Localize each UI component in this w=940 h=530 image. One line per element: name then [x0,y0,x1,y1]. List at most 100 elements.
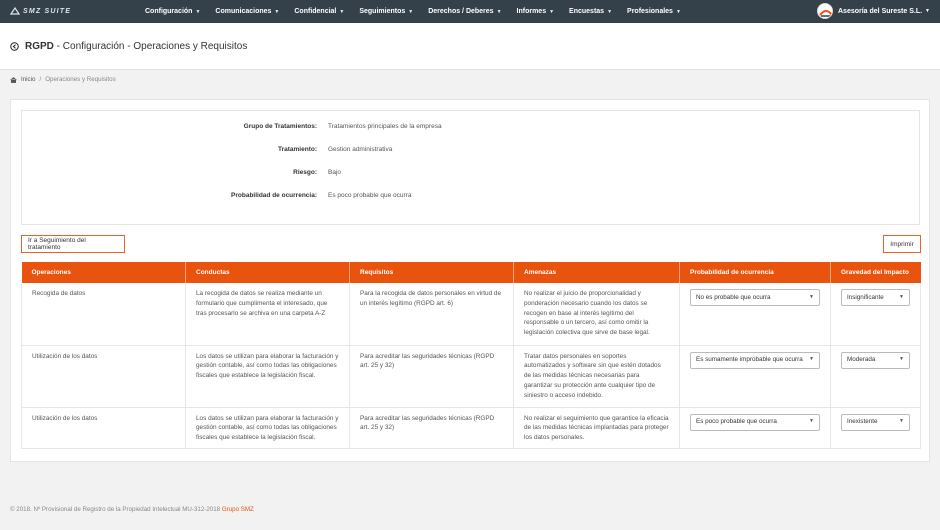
chevron-down-icon: ▼ [195,8,201,15]
threat-cell: No realizar el juicio de proporcionalida… [513,283,680,346]
main-menu: Configuración ▼ Comunicaciones ▼ Confidenc… [145,0,696,23]
requirement-cell: Para acreditar las seguridades técnicas … [349,407,514,449]
menu-label: Encuestas [569,8,605,15]
menu-comunicaciones[interactable]: Comunicaciones ▼ [215,8,279,15]
breadcrumb-separator: / [39,76,42,83]
severity-cell: Insignificante ▼ [830,283,921,346]
menu-label: Derechos / Deberes [428,8,494,15]
menu-confidencial[interactable]: Confidencial ▼ [294,8,344,15]
page-header: RGPD - Configuración - Operaciones y Req… [0,23,940,70]
menu-label: Comunicaciones [215,8,272,15]
severity-cell: Inexistente ▼ [830,407,921,449]
requirement-cell: Para acreditar las seguridades técnicas … [349,345,514,408]
column-header: Probabilidad de ocurrencia [679,262,831,283]
probability-select[interactable]: No es probable que ocurra ▼ [690,289,820,306]
chevron-down-icon: ▼ [899,418,904,425]
chevron-down-icon: ▼ [274,8,280,15]
logo-icon [10,7,20,15]
menu-configuracion[interactable]: Configuración ▼ [145,8,200,15]
chevron-down-icon: ▼ [925,8,930,14]
brand-name: SMZ SUITE [23,7,72,15]
severity-select[interactable]: Moderada ▼ [841,351,910,369]
info-value: Tratamientos principales de la empresa [328,123,442,130]
user-name: Asesoría del Sureste S.L. [838,7,923,15]
follow-up-button[interactable]: Ir a Seguimiento del tratamiento [21,235,125,253]
menu-label: Profesionales [627,8,673,15]
menu-derechos-deberes[interactable]: Derechos / Deberes ▼ [428,8,501,15]
user-menu[interactable]: Asesoría del Sureste S.L. ▼ [817,3,930,19]
page-title: RGPD - Configuración - Operaciones y Req… [25,41,247,52]
chevron-down-icon: ▼ [549,8,555,15]
table-row: Utilización de los datos Los datos se ut… [21,345,921,408]
info-label: Grupo de Tratamientos: [243,123,317,130]
select-value: No es probable que ocurra [696,293,771,301]
avatar [817,3,833,19]
menu-informes[interactable]: Informes ▼ [517,8,555,15]
chevron-down-icon: ▼ [339,8,345,15]
table-header-row: Operaciones Conductas Requisitos Amenaza… [21,262,921,283]
severity-select[interactable]: Insignificante ▼ [841,289,910,306]
column-header: Conductas [185,262,350,283]
back-arrow-icon[interactable] [10,41,19,51]
probability-cell: Es sumamente improbable que ocurra ▼ [679,345,831,408]
column-header: Requisitos [349,262,514,283]
menu-profesionales[interactable]: Profesionales ▼ [627,8,681,15]
operation-cell: Recogida de datos [21,283,186,346]
threat-cell: No realizar el seguimiento que garantice… [513,407,680,449]
chevron-down-icon: ▼ [899,293,904,300]
select-value: Es poco probable que ocurra [696,418,777,426]
chevron-down-icon: ▼ [809,293,814,300]
conduct-cell: Los datos se utilizan para elaborar la f… [185,345,350,408]
title-module: RGPD [25,40,54,52]
operation-cell: Utilización de los datos [21,407,186,449]
severity-select[interactable]: Inexistente ▼ [841,413,910,431]
chevron-down-icon: ▼ [408,8,414,15]
home-icon [10,76,17,83]
info-label: Riesgo: [293,169,317,176]
select-value: Insignificante [847,293,884,301]
chevron-down-icon: ▼ [607,8,613,15]
title-path: - Configuración - Operaciones y Requisit… [53,40,248,52]
conduct-cell: Los datos se utilizan para elaborar la f… [185,407,350,449]
conduct-cell: La recogida de datos se realiza mediante… [185,283,350,346]
chevron-down-icon: ▼ [899,356,904,363]
probability-select[interactable]: Es poco probable que ocurra ▼ [690,413,820,431]
menu-label: Confidencial [294,8,337,15]
menu-encuestas[interactable]: Encuestas ▼ [569,8,612,15]
company-logo-icon [818,4,832,18]
info-value: Bajo [328,169,342,176]
table-row: Recogida de datos La recogida de datos s… [21,283,921,346]
menu-label: Informes [516,8,547,15]
menu-label: Configuración [145,8,193,15]
brand-logo[interactable]: SMZ SUITE [10,7,71,15]
threat-cell: Tratar datos personales en soportes auto… [513,345,680,408]
footer: © 2018. Nº Provisional de Registro de la… [10,506,254,513]
chevron-down-icon: ▼ [675,8,681,15]
footer-company-link[interactable]: Grupo SMZ [222,506,254,513]
probability-cell: No es probable que ocurra ▼ [679,283,831,346]
info-row-group: Grupo de Tratamientos: Tratamientos prin… [22,123,919,133]
info-label: Probabilidad de ocurrencia: [231,192,317,199]
print-button[interactable]: Imprimir [883,235,921,253]
chevron-down-icon: ▼ [809,418,814,425]
requirement-cell: Para la recogida de datos personales en … [349,283,514,346]
info-row-probability: Probabilidad de ocurrencia: Es poco prob… [22,192,919,202]
column-header: Operaciones [21,262,186,283]
treatment-info-panel: Grupo de Tratamientos: Tratamientos prin… [21,110,920,225]
breadcrumb: Inicio / Operaciones y Requisitos [0,70,940,89]
info-row-risk: Riesgo: Bajo [22,169,919,179]
column-header: Amenazas [513,262,680,283]
table-row: Utilización de los datos Los datos se ut… [21,407,921,449]
probability-select[interactable]: Es sumamente improbable que ocurra ▼ [690,351,820,369]
menu-seguimientos[interactable]: Seguimientos ▼ [359,8,413,15]
menu-label: Seguimientos [359,8,406,15]
breadcrumb-home-link[interactable]: Inicio [21,76,35,83]
select-value: Es sumamente improbable que ocurra [696,356,803,364]
breadcrumb-current: Operaciones y Requisitos [45,76,116,83]
column-header: Gravedad del Impacto [830,262,921,283]
operations-table: Operaciones Conductas Requisitos Amenaza… [21,262,921,449]
info-value: Es poco probable que ocurra [328,192,412,199]
probability-cell: Es poco probable que ocurra ▼ [679,407,831,449]
severity-cell: Moderada ▼ [830,345,921,408]
info-label: Tratamiento: [277,146,317,153]
